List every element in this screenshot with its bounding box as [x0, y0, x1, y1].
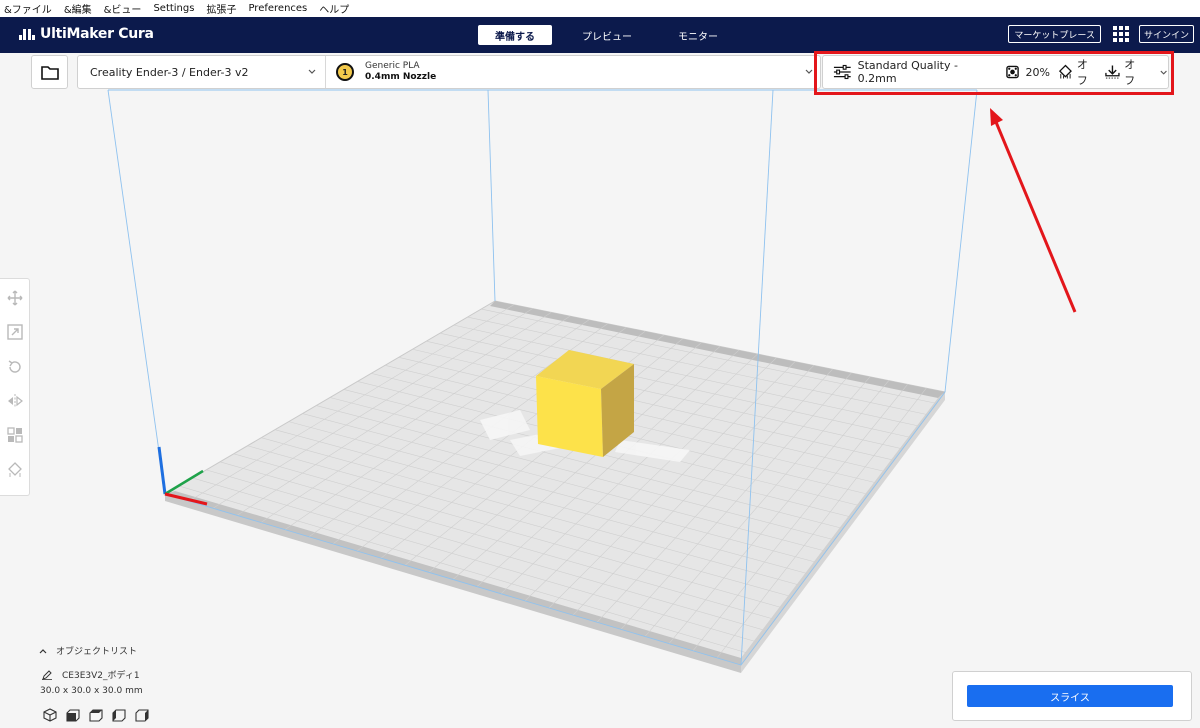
scale-icon [6, 324, 23, 341]
object-list-header: オブジェクトリスト [56, 647, 138, 657]
move-icon [7, 290, 22, 306]
per-model-settings-icon [6, 427, 23, 444]
support-blocker-tool[interactable] [5, 461, 25, 479]
annotation-arrow [990, 108, 1077, 313]
move-tool[interactable] [5, 289, 25, 307]
view-3d-icon[interactable] [42, 708, 58, 722]
scale-tool[interactable] [5, 323, 25, 341]
object-dimensions: 30.0 x 30.0 x 30.0 mm [40, 686, 143, 696]
chevron-up-icon [39, 648, 47, 653]
rotate-tool[interactable] [5, 358, 25, 376]
mirror-icon [7, 394, 23, 409]
tool-bar [0, 278, 30, 496]
rotate-icon [8, 360, 21, 373]
pencil-icon [42, 669, 52, 680]
support-blocker-icon [7, 461, 22, 477]
mirror-tool[interactable] [5, 392, 25, 410]
slice-button[interactable]: スライス [967, 685, 1173, 707]
slice-panel: スライス [952, 671, 1192, 721]
view-orientation-buttons [42, 708, 157, 722]
object-item[interactable]: CE3E3V2_ボディ1 [42, 668, 140, 681]
view-left-icon[interactable] [111, 708, 127, 722]
object-name: CE3E3V2_ボディ1 [62, 671, 140, 681]
per-model-settings-tool[interactable] [5, 426, 25, 444]
view-right-icon[interactable] [134, 708, 150, 722]
view-top-icon[interactable] [88, 708, 104, 722]
object-list: オブジェクトリスト CE3E3V2_ボディ1 30.0 x 30.0 x 30.… [38, 644, 149, 722]
object-list-toggle[interactable]: オブジェクトリスト [38, 644, 137, 657]
view-front-icon[interactable] [65, 708, 81, 722]
